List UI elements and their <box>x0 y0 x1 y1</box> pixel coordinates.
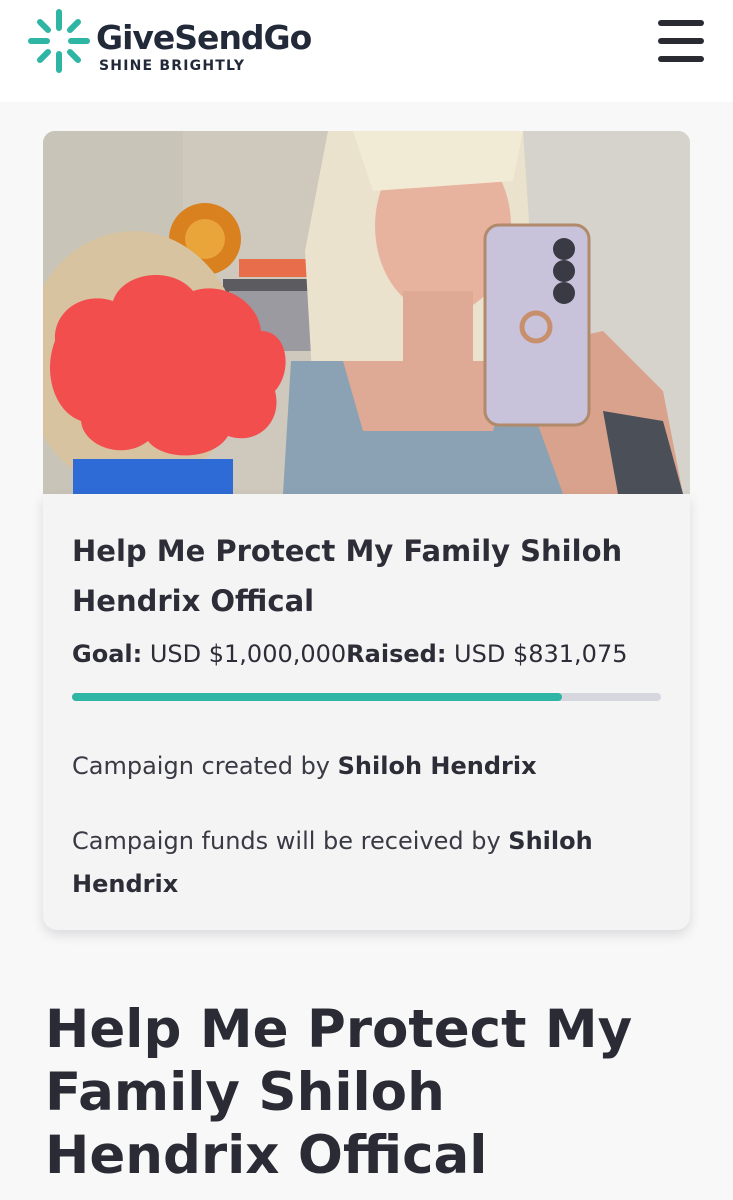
goal-value: USD $1,000,000 <box>142 640 347 668</box>
raised-value: USD $831,075 <box>446 640 628 668</box>
campaign-hero-image <box>43 131 690 494</box>
creator-name[interactable]: Shiloh Hendrix <box>338 752 537 780</box>
menu-bar <box>658 56 704 62</box>
creator-prefix: Campaign created by <box>72 752 338 780</box>
hamburger-menu-icon[interactable] <box>652 16 708 66</box>
campaign-card-title[interactable]: Help Me Protect My Family Shiloh Hendrix… <box>72 526 662 626</box>
logo-tagline: SHINE BRIGHTLY <box>99 58 246 74</box>
logo-wordmark: GiveSendGo <box>96 18 312 57</box>
site-header: GiveSendGo SHINE BRIGHTLY <box>0 0 733 102</box>
givesendgo-logo[interactable]: GiveSendGo SHINE BRIGHTLY <box>28 8 358 76</box>
menu-bar <box>658 38 704 44</box>
goal-label: Goal: <box>72 640 143 668</box>
campaign-creator: Campaign created by Shiloh Hendrix <box>72 750 537 782</box>
funds-recipient: Campaign funds will be received by Shilo… <box>72 820 632 906</box>
goal-raised-stats: Goal: USD $1,000,000Raised: USD $831,075 <box>72 638 627 670</box>
campaign-photo <box>43 131 690 494</box>
funding-progress-bar <box>72 693 661 701</box>
funding-progress-fill <box>72 693 562 701</box>
page-title: Help Me Protect My Family Shiloh Hendrix… <box>45 999 633 1186</box>
campaign-summary-card: Help Me Protect My Family Shiloh Hendrix… <box>43 494 690 930</box>
recipient-prefix: Campaign funds will be received by <box>72 827 509 855</box>
raised-label: Raised: <box>346 640 447 668</box>
burst-logo-icon <box>28 9 90 73</box>
menu-bar <box>658 20 704 26</box>
